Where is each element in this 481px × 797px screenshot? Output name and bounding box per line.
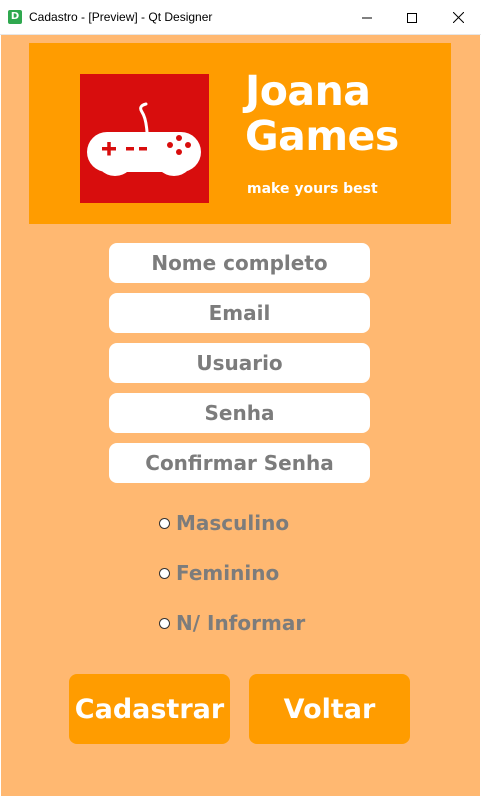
maximize-icon (407, 12, 417, 23)
radio-label-not-informed: N/ Informar (176, 611, 306, 635)
minimize-button[interactable] (344, 0, 390, 35)
confirm-password-field[interactable] (109, 443, 370, 483)
window-titlebar: D Cadastro - [Preview] - Qt Designer (0, 0, 481, 35)
gamepad-icon (87, 102, 201, 176)
window-title: Cadastro - [Preview] - Qt Designer (29, 10, 213, 24)
brand-name-line1: Joana (245, 67, 371, 115)
back-button[interactable]: Voltar (249, 674, 410, 744)
email-field[interactable] (109, 293, 370, 333)
brand-name: Joana Games (245, 69, 399, 159)
close-icon (452, 12, 464, 23)
password-field[interactable] (109, 393, 370, 433)
brand-name-line2: Games (245, 112, 399, 160)
gender-radio-not-informed[interactable]: N/ Informar (159, 611, 305, 635)
radio-label-male: Masculino (176, 511, 290, 535)
logo (80, 74, 209, 203)
radio-button-icon[interactable] (159, 567, 170, 579)
radio-label-female: Feminino (176, 561, 280, 585)
form-area: Joana Games make yours best Masculino Fe… (1, 35, 480, 796)
maximize-button[interactable] (389, 0, 435, 35)
brand-banner: Joana Games make yours best (29, 43, 451, 224)
close-button[interactable] (435, 0, 481, 35)
qt-designer-app-icon: D (8, 10, 22, 24)
gender-radio-male[interactable]: Masculino (159, 511, 289, 535)
radio-button-icon[interactable] (159, 617, 170, 629)
username-field[interactable] (109, 343, 370, 383)
gender-radio-female[interactable]: Feminino (159, 561, 279, 585)
brand-tagline: make yours best (247, 181, 378, 197)
radio-button-icon[interactable] (159, 517, 170, 529)
full-name-field[interactable] (109, 243, 370, 283)
register-button[interactable]: Cadastrar (69, 674, 230, 744)
minimize-icon (362, 17, 372, 18)
